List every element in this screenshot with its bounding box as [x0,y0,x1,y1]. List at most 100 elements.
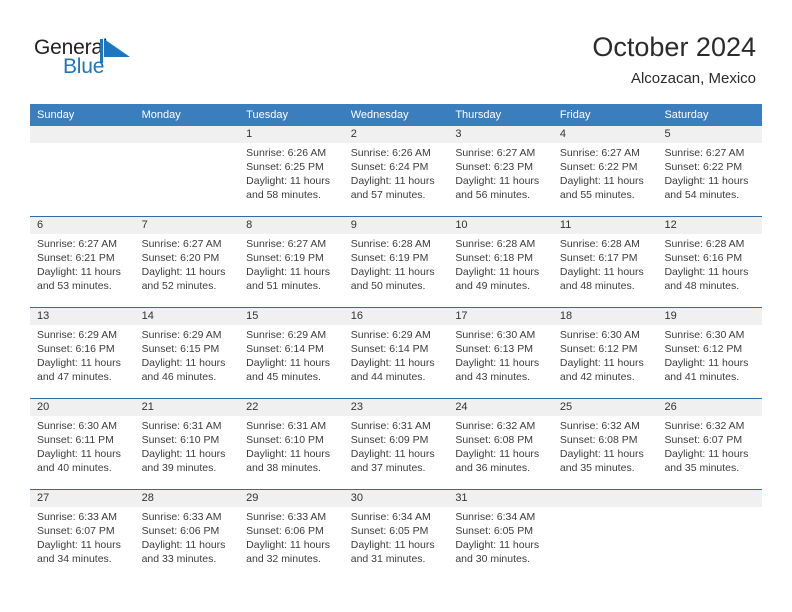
day-detail-line: Sunset: 6:06 PM [141,525,220,537]
day-cell-25[interactable]: 25 Sunrise: 6:32 AM Sunset: 6:08 PM Dayligh… [553,399,658,489]
day-detail-line: and 48 minutes. [664,280,740,292]
day-detail-line: and 58 minutes. [246,189,321,201]
day-details: Sunrise: 6:30 AM Sunset: 6:12 PM Daylight:… [664,328,759,384]
day-number: 23 [350,401,363,413]
day-detail-line: Sunrise: 6:30 AM [37,420,117,432]
day-details: Sunrise: 6:27 AM Sunset: 6:20 PM Daylight:… [142,237,237,293]
day-detail-line: Sunset: 6:20 PM [141,252,220,264]
day-details: Sunrise: 6:27 AM Sunset: 6:22 PM Daylight:… [560,146,655,202]
day-cell-16[interactable]: 16 Sunrise: 6:29 AM Sunset: 6:14 PM Dayligh… [344,308,449,398]
day-detail-line: Daylight: 11 hours [141,357,226,369]
day-detail-line: Daylight: 11 hours [350,357,435,369]
day-number: 28 [141,492,154,504]
day-number: 5 [664,128,671,140]
day-detail-line: Daylight: 11 hours [455,357,540,369]
day-detail-line: Sunset: 6:13 PM [455,343,533,355]
day-detail-line: Sunset: 6:15 PM [141,343,220,355]
day-detail-line: and 39 minutes. [141,462,217,474]
day-number: 21 [141,401,154,413]
day-cell-20[interactable]: 20 Sunrise: 6:30 AM Sunset: 6:11 PM Dayligh… [30,399,135,489]
day-detail-line: Sunrise: 6:31 AM [350,420,431,432]
day-cell-15[interactable]: 15 Sunrise: 6:29 AM Sunset: 6:14 PM Dayligh… [239,308,344,398]
day-details: Sunrise: 6:34 AM Sunset: 6:05 PM Daylight:… [351,510,446,566]
day-cell-27[interactable]: 27 Sunrise: 6:33 AM Sunset: 6:07 PM Dayligh… [30,490,135,580]
day-detail-line: Sunrise: 6:26 AM [246,147,327,159]
day-detail-line: Daylight: 11 hours [246,357,331,369]
day-detail-line: Daylight: 11 hours [246,175,331,187]
day-cell-26[interactable]: 26 Sunrise: 6:32 AM Sunset: 6:07 PM Dayligh… [657,399,762,489]
day-cell-5[interactable]: 5 Sunrise: 6:27 AM Sunset: 6:22 PM Daylight… [657,126,762,216]
weekday-header-friday: Friday [559,109,591,121]
day-detail-line: and 45 minutes. [246,371,321,383]
day-detail-line: and 31 minutes. [350,553,426,565]
day-cell-17[interactable]: 17 Sunrise: 6:30 AM Sunset: 6:13 PM Dayligh… [448,308,553,398]
day-cell-31[interactable]: 31 Sunrise: 6:34 AM Sunset: 6:05 PM Dayligh… [448,490,553,580]
day-detail-line: Sunrise: 6:27 AM [559,147,640,159]
page-subtitle: Alcozacan, Mexico [630,70,756,87]
calendar-week-row: 27 Sunrise: 6:33 AM Sunset: 6:07 PM Dayligh… [30,489,762,580]
day-cell-30[interactable]: 30 Sunrise: 6:34 AM Sunset: 6:05 PM Dayligh… [344,490,449,580]
day-detail-line: Sunset: 6:25 PM [246,161,324,173]
day-cell-12[interactable]: 12 Sunrise: 6:28 AM Sunset: 6:16 PM Dayligh… [657,217,762,307]
day-detail-line: Sunrise: 6:31 AM [246,420,327,432]
day-cell-11[interactable]: 11 Sunrise: 6:28 AM Sunset: 6:17 PM Dayligh… [553,217,658,307]
day-detail-line: Sunset: 6:08 PM [455,434,533,446]
day-number: 7 [141,219,148,231]
day-detail-line: Sunrise: 6:32 AM [664,420,745,432]
day-detail-line: Daylight: 11 hours [141,539,226,551]
day-cell-21[interactable]: 21 Sunrise: 6:31 AM Sunset: 6:10 PM Dayligh… [135,399,240,489]
day-detail-line: and 57 minutes. [350,189,426,201]
day-details: Sunrise: 6:28 AM Sunset: 6:16 PM Daylight:… [664,237,759,293]
day-cell-14[interactable]: 14 Sunrise: 6:29 AM Sunset: 6:15 PM Dayligh… [135,308,240,398]
day-detail-line: Daylight: 11 hours [664,357,749,369]
day-detail-line: Sunrise: 6:33 AM [246,511,327,523]
day-details: Sunrise: 6:31 AM Sunset: 6:09 PM Daylight:… [351,419,446,475]
day-cell-4[interactable]: 4 Sunrise: 6:27 AM Sunset: 6:22 PM Daylight… [553,126,658,216]
day-number: 4 [559,128,567,140]
day-number: 13 [37,310,50,322]
day-cell-9[interactable]: 9 Sunrise: 6:28 AM Sunset: 6:19 PM Daylight… [344,217,449,307]
weekday-header-wednesday: Wednesday [350,109,409,121]
day-details: Sunrise: 6:30 AM Sunset: 6:12 PM Daylight:… [560,328,655,384]
day-cell-3[interactable]: 3 Sunrise: 6:27 AM Sunset: 6:23 PM Daylight… [448,126,553,216]
day-cell-28[interactable]: 28 Sunrise: 6:33 AM Sunset: 6:06 PM Dayligh… [135,490,240,580]
day-detail-line: Daylight: 11 hours [37,266,121,278]
day-detail-line: Daylight: 11 hours [559,266,644,278]
day-number: 29 [246,492,259,504]
day-cell-29[interactable]: 29 Sunrise: 6:33 AM Sunset: 6:06 PM Dayligh… [239,490,344,580]
day-detail-line: Sunrise: 6:28 AM [350,238,431,250]
day-detail-line: Sunset: 6:22 PM [664,161,743,173]
day-detail-line: Daylight: 11 hours [455,266,540,278]
day-detail-line: Sunrise: 6:33 AM [37,511,117,523]
day-cell-23[interactable]: 23 Sunrise: 6:31 AM Sunset: 6:09 PM Dayligh… [344,399,449,489]
day-detail-line: Sunrise: 6:26 AM [350,147,431,159]
day-detail-line: Sunrise: 6:27 AM [455,147,536,159]
page-title: October 2024 [592,32,756,62]
day-cell-8[interactable]: 8 Sunrise: 6:27 AM Sunset: 6:19 PM Daylight… [239,217,344,307]
day-cell-2[interactable]: 2 Sunrise: 6:26 AM Sunset: 6:24 PM Daylight… [344,126,449,216]
day-number: 24 [455,401,468,413]
day-number [664,490,759,507]
day-cell-1[interactable]: 1 Sunrise: 6:26 AM Sunset: 6:25 PM Daylight… [239,126,344,216]
day-cell-22[interactable]: 22 Sunrise: 6:31 AM Sunset: 6:10 PM Dayligh… [239,399,344,489]
day-detail-line: and 47 minutes. [37,371,112,383]
day-details: Sunrise: 6:29 AM Sunset: 6:14 PM Daylight:… [351,328,446,384]
day-number: 18 [559,310,573,322]
day-cell-19[interactable]: 19 Sunrise: 6:30 AM Sunset: 6:12 PM Dayligh… [657,308,762,398]
day-cell-10[interactable]: 10 Sunrise: 6:28 AM Sunset: 6:18 PM Dayligh… [448,217,553,307]
day-cell-13[interactable]: 13 Sunrise: 6:29 AM Sunset: 6:16 PM Dayligh… [30,308,135,398]
day-number [560,490,655,507]
brand-logo[interactable]: General Blue [34,36,154,82]
day-cell-18[interactable]: 18 Sunrise: 6:30 AM Sunset: 6:12 PM Dayligh… [553,308,658,398]
day-detail-line: and 33 minutes. [141,553,217,565]
day-number: 20 [37,401,50,413]
day-detail-line: Sunset: 6:10 PM [141,434,220,446]
day-cell-7[interactable]: 7 Sunrise: 6:27 AM Sunset: 6:20 PM Daylight… [135,217,240,307]
day-details: Sunrise: 6:28 AM Sunset: 6:17 PM Daylight:… [560,237,655,293]
day-detail-line: Sunrise: 6:29 AM [246,329,327,341]
day-detail-line: Daylight: 11 hours [664,448,749,460]
day-cell-24[interactable]: 24 Sunrise: 6:32 AM Sunset: 6:08 PM Dayligh… [448,399,553,489]
day-cell-6[interactable]: 6 Sunrise: 6:27 AM Sunset: 6:21 PM Daylight… [30,217,135,307]
day-number [142,126,237,143]
weekday-header-monday: Monday [141,109,181,121]
